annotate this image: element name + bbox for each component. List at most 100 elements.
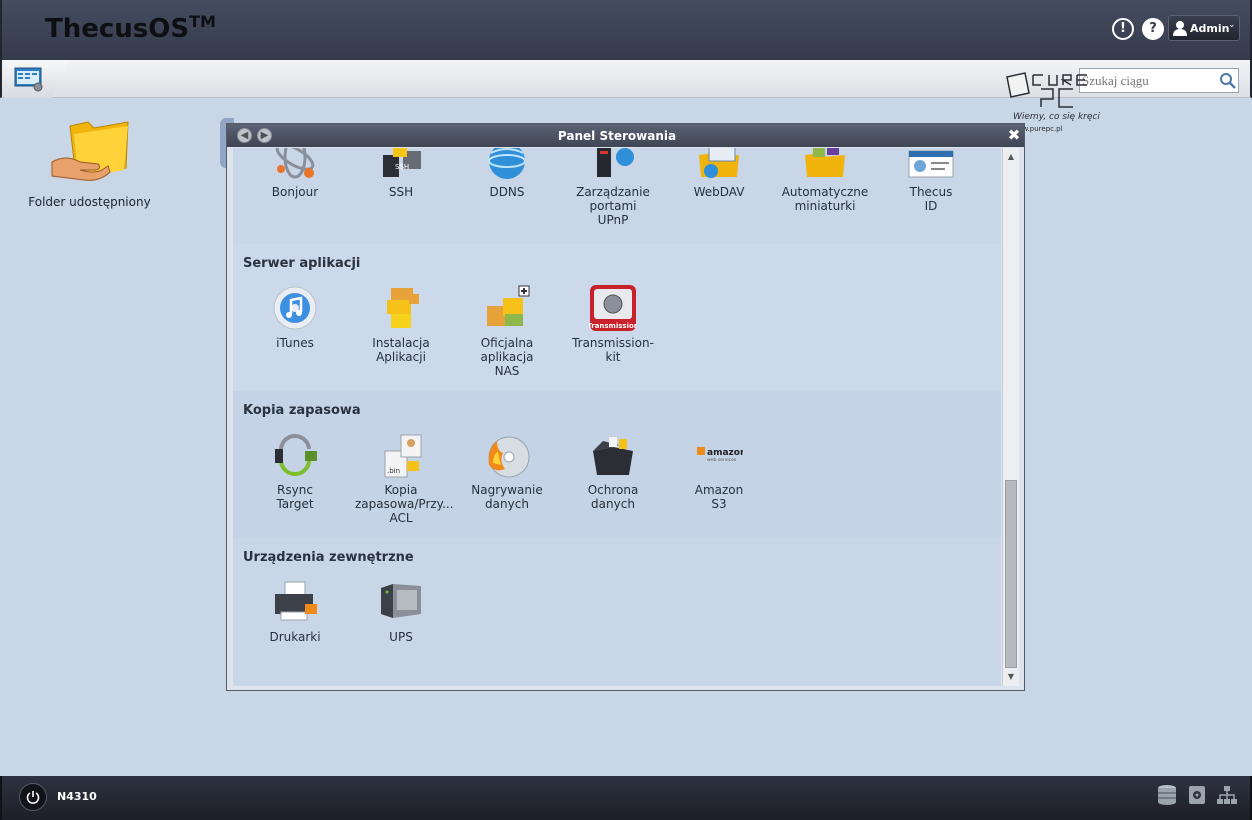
transmission-badge-text: Transmission [589,322,637,330]
watermark-tagline: Wiemy, co się kręci ! [1013,112,1103,122]
item-label: Nagrywanie danych [471,483,543,511]
section-backup: Kopia zapasowa Rsync Target .bin Kopia z… [233,391,1001,538]
power-icon [26,791,40,804]
item-label: Automatyczne miniaturki [781,185,869,213]
chevron-down-icon: ⌄ [1228,20,1236,30]
item-upnp[interactable]: Zarządzanie portami UPnP [567,148,659,243]
item-thumbnails[interactable]: Automatyczne miniaturki [779,148,871,243]
data-protection-icon [593,437,633,475]
item-label: Oficjalna aplikacja NAS [480,336,534,378]
item-ups[interactable]: UPS [355,578,447,678]
network-icon[interactable] [1216,784,1238,806]
item-ddns[interactable]: DDNS [461,148,553,243]
webdav-icon [699,148,739,178]
section-title: Urządzenia zewnętrzne [243,550,414,565]
info-icon[interactable]: ! [1112,18,1134,40]
item-thecus-id[interactable]: Thecus ID [885,148,977,243]
control-panel-window: ◀ ▶ Panel Sterowania ✖ Bonjour SSH SSH D… [226,123,1025,691]
item-label: Instalacja Aplikacji [372,336,430,364]
section-app-server: Serwer aplikacji iTunes Instalacja Aplik… [233,244,1001,391]
shared-folder-icon [51,121,129,181]
transmission-icon: Transmission [589,285,637,331]
itunes-icon [273,286,317,330]
acl-backup-icon: .bin [384,434,422,478]
item-label: Thecus ID [909,185,953,213]
ddns-icon [488,148,526,179]
desktop-icon-label: Folder udostępniony [28,195,151,209]
item-rsync[interactable]: Rsync Target [249,431,341,531]
scroll-down-icon[interactable]: ▼ [1003,670,1019,684]
item-label: Bonjour [271,185,319,199]
item-webdav[interactable]: WebDAV [673,148,765,243]
item-label: Ochrona danych [587,483,639,511]
app-install-icon [387,288,419,328]
taskbar: N4310 [0,776,1252,820]
brand-logo: ThecusOSTM [45,12,216,44]
item-label: Transmission-kit [572,336,654,364]
item-acl-backup[interactable]: .bin Kopia zapasowa/Przy... ACL [355,431,454,531]
thecus-id-icon [908,150,954,178]
search-icon[interactable] [1219,72,1237,90]
rsync-icon [275,433,317,477]
ups-icon [381,584,421,618]
window-title: Panel Sterowania [557,129,677,143]
section-title: Serwer aplikacji [243,256,361,271]
thumbnails-icon [805,148,845,177]
item-printer[interactable]: Drukarki [249,578,341,678]
item-data-protection[interactable]: Ochrona danych [567,431,659,531]
item-label: Amazon S3 [694,483,744,511]
bonjour-icon [275,148,315,179]
acl-badge-text: .bin [387,467,400,475]
item-label: Drukarki [269,630,321,644]
control-panel-icon [14,67,43,92]
upnp-icon [597,148,634,177]
user-icon [1173,21,1187,36]
item-ssh[interactable]: SSH SSH [355,148,447,243]
item-app-install[interactable]: Instalacja Aplikacji [355,284,447,384]
section-network-services: Bonjour SSH SSH DDNS Zarządzanie portami… [233,148,1001,245]
item-label: WebDAV [693,185,745,199]
item-label: DDNS [489,185,525,199]
power-button[interactable] [19,783,47,811]
item-amazon-s3[interactable]: amazon web services Amazon S3 [673,431,765,531]
control-panel-launcher[interactable] [4,60,70,98]
section-title: Kopia zapasowa [243,403,361,418]
scroll-up-icon[interactable]: ▲ [1003,150,1019,164]
window-titlebar[interactable]: ◀ ▶ Panel Sterowania ✖ [227,124,1024,147]
amazon-badge-sub: web services [707,457,737,463]
item-label: Rsync Target [276,483,314,511]
section-external-devices: Urządzenia zewnętrzne Drukarki UPS [233,538,1001,686]
disk-status-icon[interactable] [1186,784,1208,806]
brand-trademark: TM [189,12,216,31]
vertical-scrollbar[interactable]: ▲ ▼ [1002,148,1019,686]
help-icon[interactable]: ? [1142,18,1164,40]
user-menu-button[interactable]: Admin ⌄ [1168,15,1240,41]
item-label: Kopia zapasowa/Przy... ACL [355,483,454,525]
device-model: N4310 [57,790,97,803]
desktop-icon-shared-folder[interactable]: Folder udostępniony [22,116,157,216]
item-label: UPS [389,630,413,644]
ssh-icon: SSH [383,148,421,177]
user-name: Admin [1190,22,1230,35]
disc-burn-icon [488,436,530,478]
svg-text:SSH: SSH [395,163,409,171]
item-official-app[interactable]: Oficjalna aplikacja NAS [461,284,553,384]
item-itunes[interactable]: iTunes [249,284,341,384]
item-label: Zarządzanie portami UPnP [576,185,650,227]
official-app-icon [487,285,530,326]
brand-name: ThecusOS [45,14,190,44]
amazon-s3-icon: amazonweb services [697,447,743,463]
item-bonjour[interactable]: Bonjour [249,148,341,243]
item-label: iTunes [276,336,314,350]
item-transmission[interactable]: Transmission Transmission-kit [567,284,659,384]
top-bar: ThecusOSTM ! ? Admin ⌄ [0,0,1252,60]
scrollbar-thumb[interactable] [1005,480,1017,668]
control-panel-content: Bonjour SSH SSH DDNS Zarządzanie portami… [233,148,1001,686]
item-disc-burn[interactable]: Nagrywanie danych [461,431,553,531]
item-label: SSH [388,185,414,199]
amazon-badge-text: amazon [707,448,743,458]
search-box [1079,68,1239,93]
printer-icon [275,581,317,621]
close-icon[interactable]: ✖ [1006,127,1022,143]
storage-icon[interactable] [1156,784,1178,806]
